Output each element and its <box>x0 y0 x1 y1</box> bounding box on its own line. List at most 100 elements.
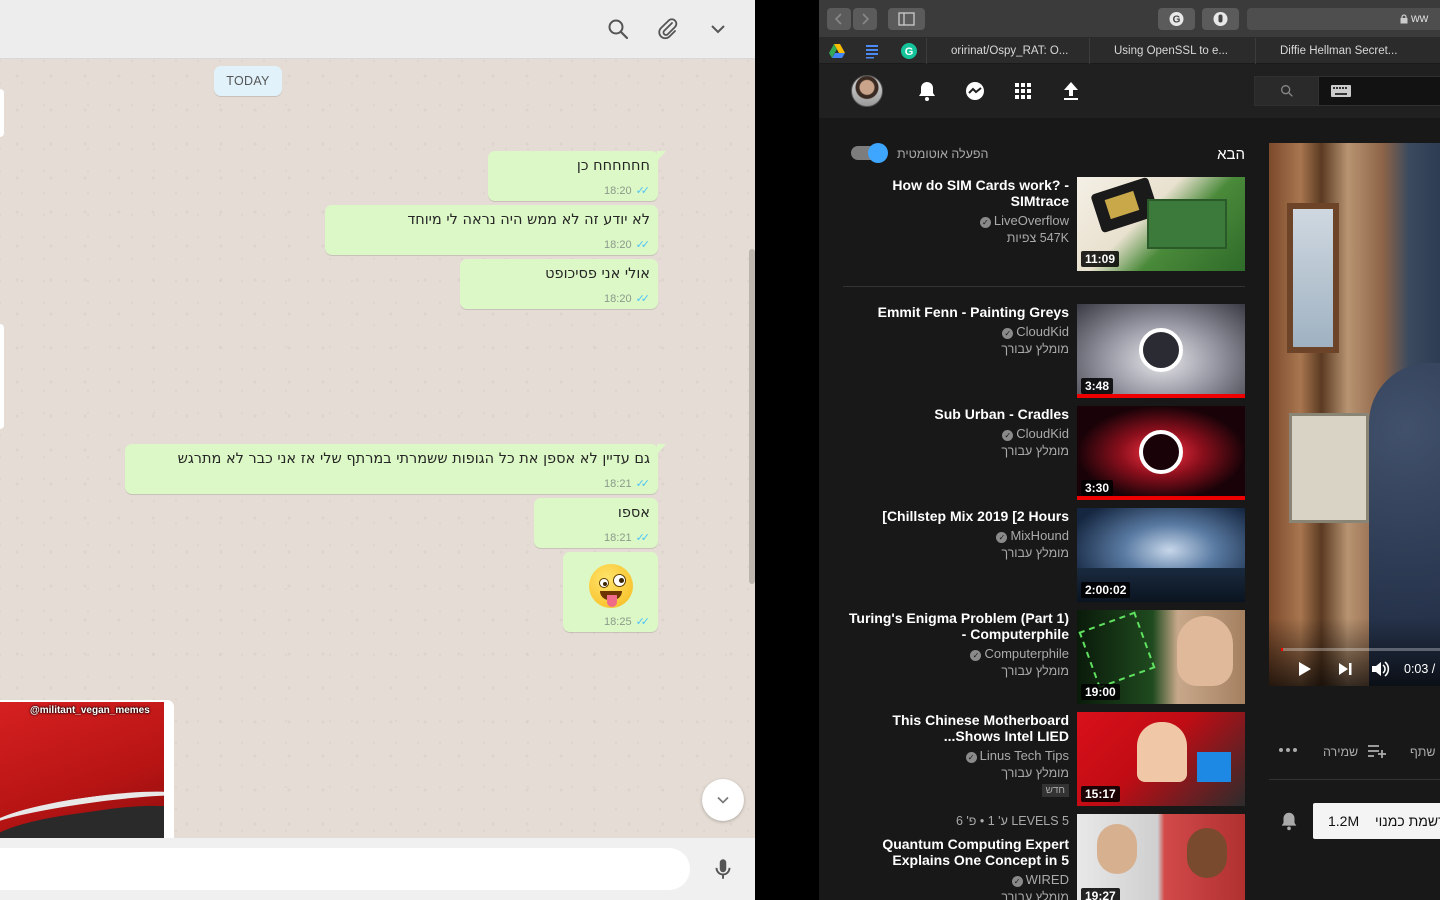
message-text: חחחחחח כן <box>576 158 650 174</box>
scroll-to-bottom-button[interactable] <box>702 779 744 821</box>
watched-progress <box>1077 496 1245 500</box>
video-title[interactable]: This Chinese Motherboard ...Shows Intel … <box>843 712 1069 744</box>
video-thumbnail[interactable]: 2:00:02 <box>1077 508 1245 602</box>
address-text: ww <box>1411 11 1429 25</box>
channel-name[interactable]: Computerphile <box>984 646 1069 661</box>
avatar[interactable] <box>851 75 883 107</box>
save-button[interactable]: שמירה <box>1323 745 1358 759</box>
search-box[interactable] <box>1254 76 1440 106</box>
grammarly-tab-icon[interactable]: G <box>900 42 918 60</box>
volume-icon[interactable] <box>1369 658 1391 680</box>
channel-name[interactable]: CloudKid <box>1016 324 1069 339</box>
notification-bell-icon[interactable] <box>1278 810 1300 832</box>
video-item[interactable]: 2:00:02 [Chillstep Mix 2019 [2 Hours ✓ Mi… <box>843 508 1245 602</box>
subscribe-button[interactable]: 1.2M רשמת כמנוי <box>1313 803 1440 839</box>
tab-openssl[interactable]: Using OpenSSL to e... <box>1089 38 1255 64</box>
video-title[interactable]: Quantum Computing Expert Explains One Co… <box>843 836 1069 868</box>
zany-face-emoji <box>589 564 633 608</box>
channel-name[interactable]: CloudKid <box>1016 426 1069 441</box>
video-duration: 19:00 <box>1081 684 1120 700</box>
chevron-down-icon <box>717 796 729 804</box>
message-time: 18:20 <box>604 238 632 251</box>
progress-bar[interactable] <box>1281 648 1440 651</box>
video-title[interactable]: [Chillstep Mix 2019 [2 Hours <box>843 508 1069 524</box>
channel-name[interactable]: MixHound <box>1010 528 1069 543</box>
outgoing-message[interactable]: אולי אני פסיכופט 18:20 ✓✓ <box>460 259 658 309</box>
autoplay-toggle[interactable] <box>851 143 888 163</box>
outgoing-message[interactable]: חחחחחח כן 18:20 ✓✓ <box>488 151 666 201</box>
video-item[interactable]: 19:27 LEVELS 5 ע' 1 • פ' 6 Quantum Compu… <box>843 814 1245 900</box>
video-thumbnail[interactable]: 19:00 <box>1077 610 1245 704</box>
video-meta: מומלץ עבורך <box>1001 890 1069 900</box>
channel-name[interactable]: WIRED <box>1026 872 1069 887</box>
apps-grid-icon[interactable] <box>1011 79 1035 103</box>
paperclip-icon[interactable] <box>656 17 680 41</box>
video-thumbnail[interactable]: 15:17 <box>1077 712 1245 806</box>
more-options-icon[interactable] <box>1277 745 1299 755</box>
video-item[interactable]: 3:30 Sub Urban - Cradles ✓ CloudKid מומלץ… <box>843 406 1245 500</box>
video-thumbnail[interactable]: 3:30 <box>1077 406 1245 500</box>
browser-window: G ww G oririnat/Ospy_RAT: O... Using Ope… <box>819 0 1440 900</box>
play-icon[interactable] <box>1293 658 1315 680</box>
chevron-down-icon[interactable] <box>706 17 730 41</box>
message-input[interactable] <box>0 848 690 890</box>
meme-image[interactable]: @militant_vegan_memes <box>0 702 164 838</box>
channel-name[interactable]: Linus Tech Tips <box>980 748 1069 763</box>
video-thumbnail[interactable]: 19:27 <box>1077 814 1245 900</box>
tab-ospy-rat[interactable]: oririnat/Ospy_RAT: O... <box>926 38 1088 64</box>
search-icon[interactable] <box>606 17 630 41</box>
lock-icon <box>1400 14 1408 24</box>
video-title[interactable]: Sub Urban - Cradles <box>843 406 1069 422</box>
player-time: 0:03 / <box>1404 662 1436 676</box>
chevron-left-icon <box>834 13 842 25</box>
search-button[interactable] <box>1255 77 1319 105</box>
incoming-bubble-edge <box>0 89 4 137</box>
messages-icon[interactable] <box>963 79 987 103</box>
video-title[interactable]: Turing's Enigma Problem (Part 1) - Compu… <box>843 610 1069 642</box>
back-button[interactable] <box>827 8 851 30</box>
compose-bar <box>0 838 755 900</box>
forward-button[interactable] <box>853 8 877 30</box>
bell-icon[interactable] <box>915 79 939 103</box>
outgoing-message[interactable]: אספו 18:21 ✓✓ <box>534 498 658 548</box>
channel-name[interactable]: LiveOverflow <box>994 213 1069 228</box>
docs-icon[interactable] <box>863 42 881 60</box>
outgoing-message[interactable]: גם עדיין לא אספן את כל הגופות ששמרתי במר… <box>125 444 666 494</box>
upload-icon[interactable] <box>1059 79 1083 103</box>
video-item[interactable]: 19:00 Turing's Enigma Problem (Part 1) -… <box>843 610 1245 704</box>
watched-progress <box>1077 394 1245 398</box>
video-item[interactable]: 15:17 This Chinese Motherboard ...Shows … <box>843 712 1245 806</box>
svg-text:G: G <box>905 46 914 58</box>
grammarly-extension-button[interactable]: G <box>1158 8 1195 30</box>
outgoing-message[interactable]: לא יודע זה לא ממש היה נראה לי מיוחד 18:2… <box>325 205 658 255</box>
tab-diffie-hellman[interactable]: Diffie Hellman Secret... <box>1255 38 1425 64</box>
video-item[interactable]: 11:09 How do SIM Cards work? - SIMtrace … <box>843 177 1245 271</box>
video-title[interactable]: How do SIM Cards work? - SIMtrace <box>843 177 1069 209</box>
player-controls: 0:03 / <box>1269 618 1440 686</box>
outgoing-emoji-message[interactable]: 18:25 ✓✓ <box>563 552 658 632</box>
up-next-label: הבא <box>1217 146 1245 163</box>
incoming-image-message[interactable]: @militant_vegan_memes <box>0 700 174 838</box>
add-to-playlist-icon[interactable] <box>1367 742 1387 760</box>
sidebar-button[interactable] <box>888 8 925 30</box>
video-player[interactable]: 0:03 / <box>1269 143 1440 686</box>
read-ticks-icon: ✓✓ <box>635 616 651 628</box>
video-thumbnail[interactable]: 11:09 <box>1077 177 1245 271</box>
keyboard-icon[interactable] <box>1331 84 1351 98</box>
subscriber-count: 1.2M <box>1328 813 1360 829</box>
search-icon <box>1281 85 1293 97</box>
address-bar[interactable]: ww <box>1247 8 1440 30</box>
extension-button[interactable] <box>1202 8 1239 30</box>
video-meta: מומלץ עבורך <box>1001 342 1069 356</box>
video-thumbnail[interactable]: 3:48 <box>1077 304 1245 398</box>
google-drive-icon[interactable] <box>828 42 846 60</box>
microphone-icon[interactable] <box>710 856 736 882</box>
next-icon[interactable] <box>1334 658 1356 680</box>
message-time: 18:20 <box>604 184 632 197</box>
share-button[interactable]: שתף <box>1410 745 1436 759</box>
browser-toolbar: G ww <box>819 0 1440 38</box>
date-divider: TODAY <box>214 66 282 96</box>
video-title[interactable]: Emmit Fenn - Painting Greys <box>843 304 1069 320</box>
divider <box>843 286 1245 287</box>
video-item[interactable]: 3:48 Emmit Fenn - Painting Greys ✓ CloudK… <box>843 304 1245 398</box>
